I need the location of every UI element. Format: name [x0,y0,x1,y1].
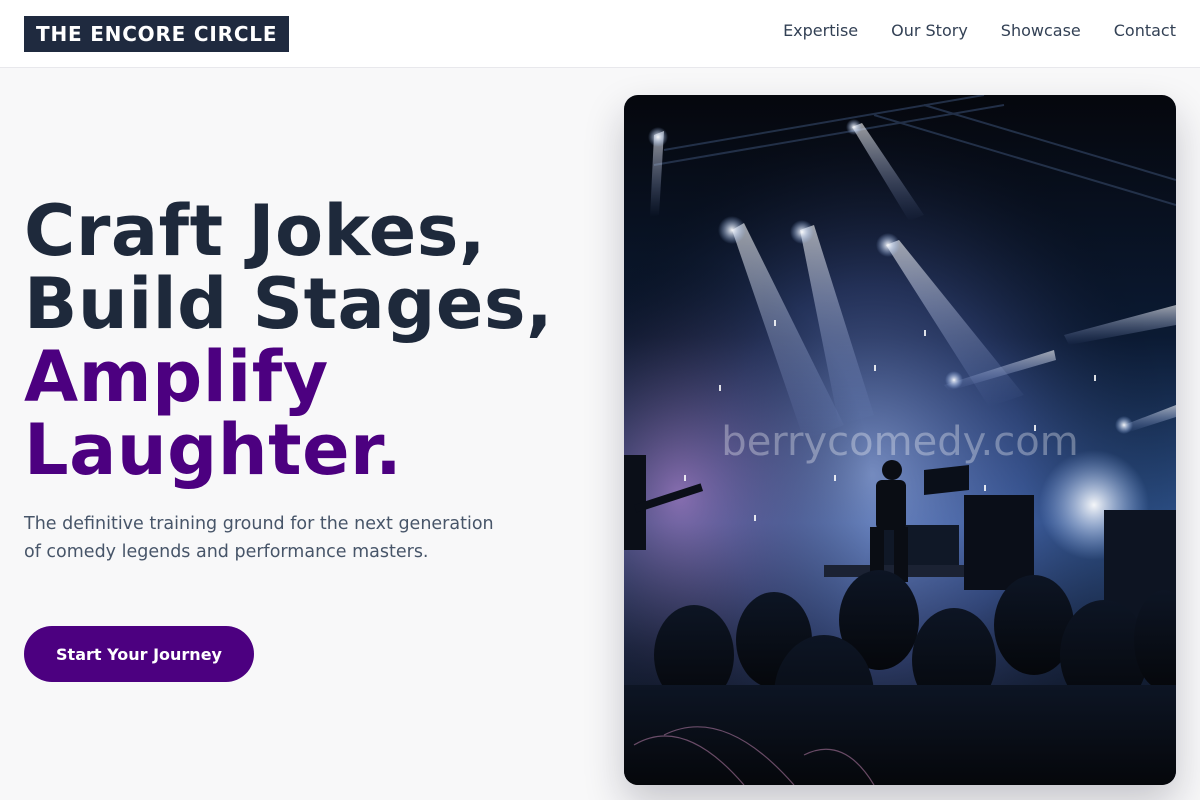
concert-stage-illustration: berrycomedy.com [624,95,1176,785]
headline-line-3: Amplify [24,336,329,418]
headline-line-4: Laughter. [24,409,403,491]
site-header: THE ENCORE CIRCLE Expertise Our Story Sh… [0,0,1200,68]
hero-concert-image: berrycomedy.com [624,95,1176,785]
hero-headline: Craft Jokes, Build Stages, Amplify Laugh… [24,195,553,487]
main-nav: Expertise Our Story Showcase Contact [783,20,1176,42]
headline-line-1: Craft Jokes, [24,190,486,272]
nav-link-expertise[interactable]: Expertise [783,20,858,42]
start-journey-button[interactable]: Start Your Journey [24,626,254,682]
hero-subtitle: The definitive training ground for the n… [24,514,494,562]
nav-link-showcase[interactable]: Showcase [1001,20,1081,42]
nav-link-our-story[interactable]: Our Story [891,20,968,42]
headline-line-2: Build Stages, [24,263,554,345]
image-watermark: berrycomedy.com [721,419,1078,465]
nav-link-contact[interactable]: Contact [1114,20,1176,42]
site-logo[interactable]: THE ENCORE CIRCLE [24,16,290,52]
